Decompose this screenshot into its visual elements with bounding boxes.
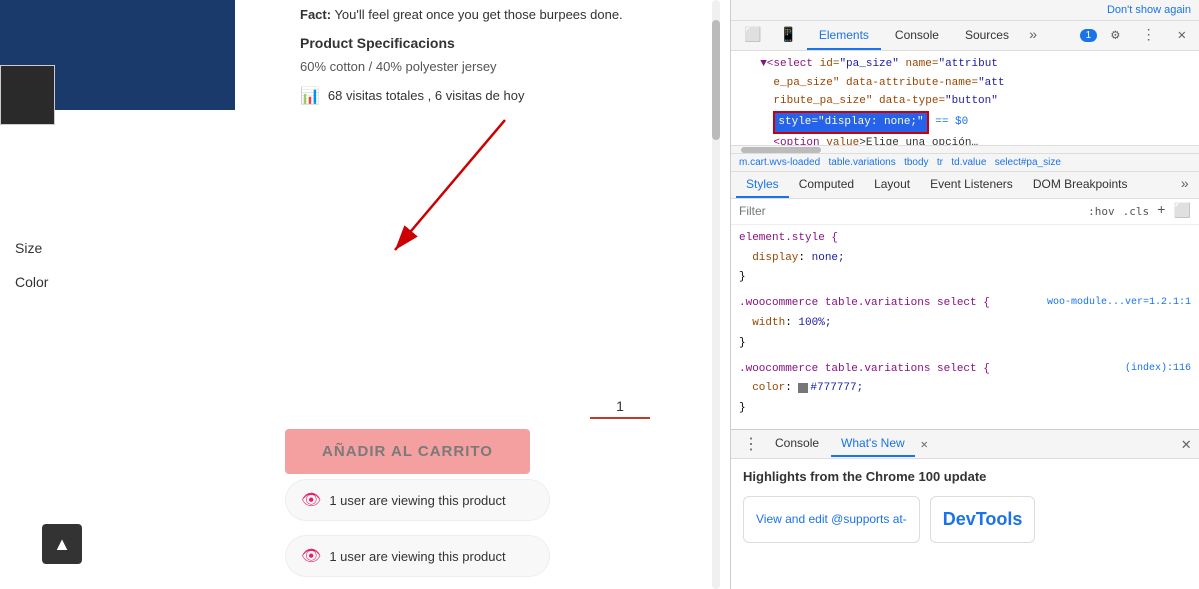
breadcrumb-select-pa-size[interactable]: select#pa_size	[995, 157, 1061, 168]
console-tab-whats-new[interactable]: What's New	[831, 431, 915, 457]
viewing-text-1: 1 user are viewing this product	[329, 493, 505, 508]
product-content: Fact: You'll feel great once you get tho…	[285, 0, 730, 131]
fact-label: Fact:	[300, 7, 331, 22]
filter-hov-btn[interactable]: :hov	[1088, 205, 1115, 218]
scroll-up-icon: ▲	[53, 534, 71, 555]
breadcrumb-bar: m.cart.wvs-loaded table.variations tbody…	[731, 153, 1199, 172]
styles-tab-computed[interactable]: Computed	[789, 172, 864, 198]
more-tabs-icon[interactable]: »	[1023, 22, 1043, 50]
html-line-selected[interactable]: style="display: none;" == $0	[739, 111, 1191, 134]
size-row: Size	[15, 240, 715, 256]
console-content: Highlights from the Chrome 100 update Vi…	[731, 459, 1199, 551]
console-link-view-edit[interactable]: View and edit @supports at-	[743, 496, 920, 543]
breadcrumb-td-value[interactable]: td.value	[951, 157, 986, 168]
fact-description: You'll feel great once you get those bur…	[334, 7, 622, 22]
quantity-section: 1	[590, 398, 650, 419]
size-color-section: Size Color	[0, 230, 730, 318]
quantity-value: 1	[590, 398, 650, 419]
product-panel: Fact: You'll feel great once you get tho…	[0, 0, 730, 589]
toggle-sidebar-icon[interactable]: ⬜	[1174, 203, 1191, 220]
color-label: Color	[15, 274, 95, 290]
breadcrumb-tr[interactable]: tr	[937, 157, 943, 168]
html-line-1: ▼<select id="pa_size" name="attribut	[739, 55, 1191, 74]
styles-tab-layout[interactable]: Layout	[864, 172, 920, 198]
device-icon[interactable]: 📱	[771, 21, 804, 50]
console-tab-console[interactable]: Console	[765, 431, 829, 457]
console-close-button[interactable]: ✕	[1181, 434, 1191, 454]
breadcrumb-tbody[interactable]: tbody	[904, 157, 928, 168]
color-row: Color	[15, 274, 715, 290]
scroll-thumb	[712, 20, 720, 140]
visits-text: 68 visitas totales , 6 visitas de hoy	[328, 88, 525, 103]
styles-tab-event-listeners[interactable]: Event Listeners	[920, 172, 1023, 198]
tab-console[interactable]: Console	[883, 22, 951, 50]
styles-tab-dom-breakpoints[interactable]: DOM Breakpoints	[1023, 172, 1138, 198]
scroll-to-top-button[interactable]: ▲	[42, 524, 82, 564]
devtools-logo: DevTools	[943, 505, 1023, 534]
html-content: ▼<select id="pa_size" name="attribut e_p…	[731, 51, 1199, 145]
eye-icon-1: 👁	[301, 490, 321, 510]
viewing-text-2: 1 user are viewing this product	[329, 549, 505, 564]
console-link-text: View and edit @supports at-	[756, 510, 907, 529]
product-thumbnail	[0, 65, 55, 125]
more-options-icon[interactable]: ⋮	[1134, 21, 1164, 50]
filter-input[interactable]	[739, 204, 1080, 218]
scroll-indicator	[712, 0, 720, 589]
css-source-1[interactable]: woo-module...ver=1.2.1:1	[1047, 294, 1191, 312]
console-menu-icon[interactable]: ⋮	[739, 430, 763, 458]
dont-show-link[interactable]: Don't show again	[1107, 4, 1191, 16]
close-devtools-icon[interactable]: ✕	[1170, 21, 1194, 50]
highlights-title: Highlights from the Chrome 100 update	[743, 467, 1187, 488]
devtools-panel: Don't show again ⬜ 📱 Elements Console So…	[730, 0, 1199, 589]
size-label: Size	[15, 240, 95, 256]
filter-bar: :hov .cls + ⬜	[731, 199, 1199, 225]
css-woocommerce-color: .woocommerce table.variations select { (…	[739, 360, 1191, 419]
html-scroll-thumb	[741, 147, 821, 153]
tab-sources[interactable]: Sources	[953, 22, 1021, 50]
selected-style-attr: style="display: none;"	[773, 111, 928, 134]
css-woocommerce-width: .woocommerce table.variations select { w…	[739, 294, 1191, 353]
html-line-3: ribute_pa_size" data-type="button"	[739, 92, 1191, 111]
console-tabs-bar: ⋮ Console What's New ✕ ✕	[731, 430, 1199, 459]
add-to-cart-button[interactable]: AÑADIR AL CARRITO	[285, 429, 530, 474]
css-styles-content: element.style { display: none; } .woocom…	[731, 225, 1199, 429]
styles-tab-styles[interactable]: Styles	[736, 172, 789, 198]
styles-more-icon[interactable]: »	[1176, 172, 1194, 198]
devtools-main-tabs: ⬜ 📱 Elements Console Sources » 1 ⚙ ⋮ ✕	[731, 21, 1199, 51]
viewing-badge-2: 👁 1 user are viewing this product	[285, 535, 550, 577]
add-style-rule-btn[interactable]: +	[1157, 203, 1165, 219]
whats-new-close-icon[interactable]: ✕	[921, 437, 928, 452]
chart-icon: 📊	[300, 86, 320, 106]
filter-cls-btn[interactable]: .cls	[1123, 205, 1150, 218]
styles-tabs: Styles Computed Layout Event Listeners D…	[731, 172, 1199, 199]
spec-title: Product Specificacions	[300, 35, 715, 51]
css-source-2[interactable]: (index):116	[1125, 360, 1191, 378]
devtools-top-bar: Don't show again	[731, 0, 1199, 21]
settings-icon[interactable]: ⚙	[1103, 21, 1127, 50]
css-element-style: element.style { display: none; }	[739, 229, 1191, 288]
devtools-logo-box[interactable]: DevTools	[930, 496, 1036, 543]
tab-elements[interactable]: Elements	[807, 22, 881, 50]
html-line-5: <option value>Elige una opción…	[739, 134, 1191, 145]
breadcrumb-table-variations[interactable]: table.variations	[828, 157, 895, 168]
fact-text: Fact: You'll feel great once you get tho…	[300, 5, 715, 25]
inspect-icon[interactable]: ⬜	[736, 21, 769, 50]
spec-detail: 60% cotton / 40% polyester jersey	[300, 59, 715, 74]
visits-row: 📊 68 visitas totales , 6 visitas de hoy	[300, 86, 715, 106]
breadcrumb-m-cart[interactable]: m.cart.wvs-loaded	[739, 157, 820, 168]
notification-badge: 1	[1080, 29, 1098, 42]
console-link-row: View and edit @supports at- DevTools	[743, 496, 1187, 543]
devtools-right-controls: 1 ⚙ ⋮ ✕	[1080, 21, 1194, 50]
viewing-badge-1: 👁 1 user are viewing this product	[285, 479, 550, 521]
eye-icon-2: 👁	[301, 546, 321, 566]
html-line-2: e_pa_size" data-attribute-name="att	[739, 74, 1191, 93]
html-scrollbar[interactable]	[731, 145, 1199, 153]
console-bottom: ⋮ Console What's New ✕ ✕ Highlights from…	[731, 429, 1199, 589]
